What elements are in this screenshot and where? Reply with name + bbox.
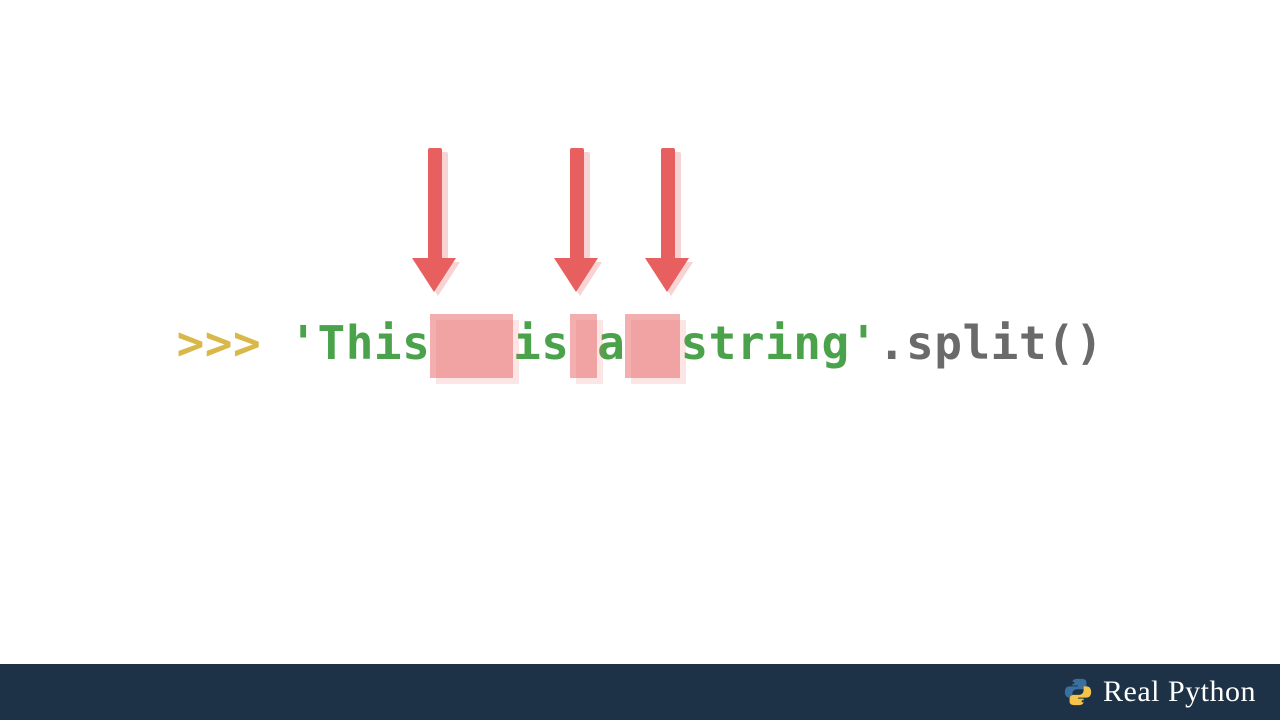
footer-bar: Real Python [0, 664, 1280, 720]
arrow-down-icon [562, 148, 592, 298]
slide: >>> 'Thisisastring'.split() Real Python [0, 0, 1280, 720]
code-line: >>> 'Thisisastring'.split() [0, 320, 1280, 366]
string-gap-2 [570, 320, 598, 366]
string-word-1: This [318, 316, 431, 370]
arrow-down-icon [420, 148, 450, 298]
string-gap-1 [430, 320, 513, 366]
arrow-down-icon [653, 148, 683, 298]
string-word-4: string [680, 316, 849, 370]
string-gap-3 [625, 320, 680, 366]
string-open-quote: ' [289, 316, 317, 370]
method-call: .split() [878, 316, 1104, 370]
repl-prompt: >>> [177, 316, 290, 370]
string-word-2: is [513, 316, 569, 370]
brand-text: Real Python [1103, 675, 1256, 709]
string-close-quote: ' [850, 316, 878, 370]
python-logo-icon [1063, 677, 1093, 707]
